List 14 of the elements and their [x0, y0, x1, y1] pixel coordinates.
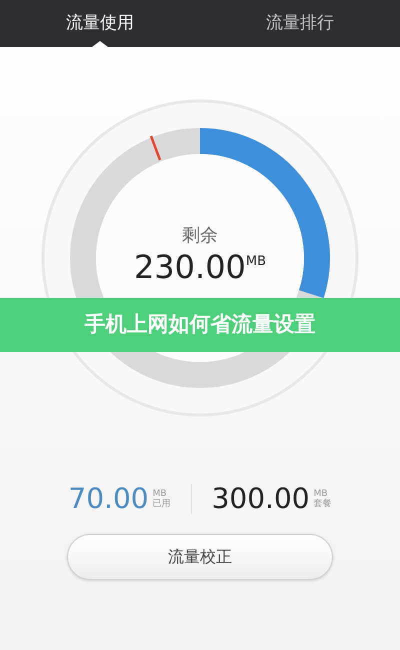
stat-unit: MB: [152, 489, 168, 499]
stat-unit: MB: [314, 489, 328, 499]
remaining-value: 230.00: [134, 248, 246, 284]
remaining-label: 剩余: [182, 224, 218, 248]
stat-value: 70.00: [68, 481, 149, 517]
tab[interactable]: 流量排行: [200, 0, 400, 47]
tab-indicator-icon: [92, 41, 108, 47]
stat-label: 套餐: [314, 499, 332, 509]
remaining-unit: MB: [246, 252, 266, 270]
stat-value: 300.00: [212, 481, 310, 517]
title-banner: 手机上网如何省流量设置: [0, 298, 400, 352]
stat-label: 已用: [152, 499, 171, 509]
tab[interactable]: 流量使用: [0, 0, 200, 47]
calibrate-button[interactable]: 流量校正: [67, 534, 333, 580]
